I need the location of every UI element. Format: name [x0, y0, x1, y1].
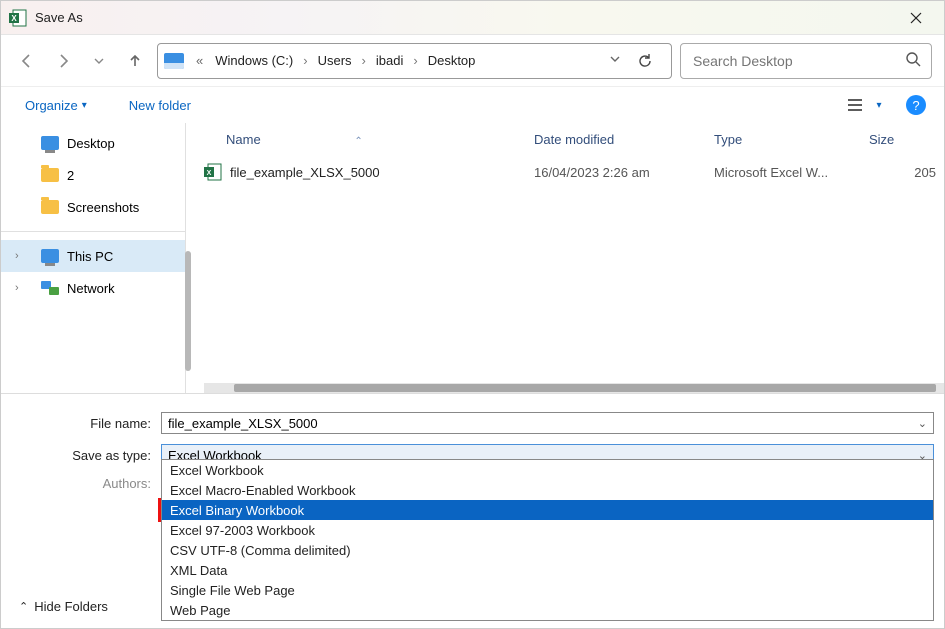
folder-icon: [41, 200, 59, 214]
scrollbar-thumb[interactable]: [234, 384, 936, 392]
search-box[interactable]: [680, 43, 932, 79]
folder-icon: [41, 168, 59, 182]
chevron-right-icon[interactable]: ›: [301, 53, 309, 68]
file-name: file_example_XLSX_5000: [230, 165, 380, 180]
window-title: Save As: [35, 10, 83, 25]
desktop-icon: [41, 136, 59, 150]
sidebar-item-label: 2: [67, 168, 74, 183]
saveas-type-option[interactable]: Excel Workbook: [162, 460, 933, 480]
breadcrumb-overflow-icon[interactable]: «: [192, 53, 207, 68]
pc-icon: [41, 249, 59, 263]
sidebar-item-this-pc[interactable]: › This PC: [1, 240, 185, 272]
horizontal-scrollbar[interactable]: [204, 383, 944, 393]
breadcrumb-drive[interactable]: Windows (C:): [211, 44, 297, 78]
new-folder-label: New folder: [129, 98, 191, 113]
save-form: File name: file_example_XLSX_5000 ⌄ Save…: [1, 393, 944, 499]
column-header-label: Date modified: [534, 132, 614, 147]
chevron-right-icon[interactable]: ›: [15, 282, 19, 294]
search-icon[interactable]: [905, 51, 921, 70]
main-area: Desktop 2 Screenshots › This PC › Networ…: [1, 123, 944, 393]
breadcrumb-users[interactable]: Users: [314, 44, 356, 78]
sidebar-item-screenshots[interactable]: Screenshots: [1, 191, 185, 223]
svg-text:X: X: [207, 170, 212, 177]
chevron-right-icon[interactable]: ›: [15, 250, 19, 262]
column-header-label: Name: [226, 132, 261, 147]
column-header-date[interactable]: Date modified: [534, 132, 714, 147]
sidebar-item-network[interactable]: › Network: [1, 272, 185, 304]
svg-text:X: X: [11, 14, 17, 23]
saveas-type-option[interactable]: Excel 97-2003 Workbook: [162, 520, 933, 540]
sidebar: Desktop 2 Screenshots › This PC › Networ…: [1, 123, 186, 393]
filename-label: File name:: [11, 416, 161, 431]
new-folder-button[interactable]: New folder: [123, 94, 197, 117]
filename-input[interactable]: file_example_XLSX_5000 ⌄: [161, 412, 934, 434]
forward-button[interactable]: [49, 47, 77, 75]
excel-icon: X: [9, 9, 27, 27]
saveas-type-option[interactable]: Excel Binary Workbook: [162, 500, 933, 520]
chevron-down-icon[interactable]: ⌄: [918, 417, 927, 430]
sort-indicator-icon: ⌃: [354, 136, 362, 147]
recent-locations-button[interactable]: [85, 47, 113, 75]
nav-bar: « Windows (C:) › Users › ibadi › Desktop: [1, 35, 944, 87]
address-bar[interactable]: « Windows (C:) › Users › ibadi › Desktop: [157, 43, 672, 79]
file-date: 16/04/2023 2:26 am: [534, 165, 714, 180]
saveas-type-option[interactable]: Excel Macro-Enabled Workbook: [162, 480, 933, 500]
organize-button[interactable]: Organize ▾: [19, 94, 93, 117]
sidebar-item-label: Network: [67, 281, 115, 296]
sidebar-item-desktop[interactable]: Desktop: [1, 127, 185, 159]
hide-folders-label: Hide Folders: [34, 599, 108, 614]
toolbar: Organize ▾ New folder ▾ ?: [1, 87, 944, 123]
title-bar: X Save As: [1, 1, 944, 35]
sidebar-item-label: Desktop: [67, 136, 115, 151]
saveas-type-option[interactable]: CSV UTF-8 (Comma delimited): [162, 540, 933, 560]
chevron-down-icon: ▾: [876, 100, 881, 111]
sidebar-item-label: Screenshots: [67, 200, 139, 215]
column-headers: Name ⌃ Date modified Type Size: [204, 123, 944, 157]
footer: ⌃ Hide Folders: [1, 584, 108, 628]
sidebar-item-label: This PC: [67, 249, 113, 264]
view-options-button[interactable]: [840, 91, 870, 119]
help-button[interactable]: ?: [906, 95, 926, 115]
filename-value: file_example_XLSX_5000: [168, 416, 318, 431]
breadcrumb-desktop[interactable]: Desktop: [424, 44, 480, 78]
chevron-down-icon: ▾: [82, 100, 87, 111]
file-type: Microsoft Excel W...: [714, 165, 869, 180]
close-button[interactable]: [896, 4, 936, 32]
authors-label: Authors:: [11, 476, 161, 491]
chevron-up-icon: ⌃: [19, 600, 28, 613]
saveas-type-option[interactable]: XML Data: [162, 560, 933, 580]
file-size: 205: [869, 165, 944, 180]
file-row[interactable]: X file_example_XLSX_5000 16/04/2023 2:26…: [204, 157, 944, 187]
column-header-label: Size: [869, 132, 894, 147]
hide-folders-button[interactable]: ⌃ Hide Folders: [19, 599, 108, 614]
up-button[interactable]: [121, 47, 149, 75]
view-options-dropdown[interactable]: ▾: [870, 91, 888, 119]
file-list-pane: Name ⌃ Date modified Type Size X: [186, 123, 944, 393]
column-header-name[interactable]: Name ⌃: [204, 132, 534, 147]
address-dropdown-button[interactable]: [609, 53, 621, 68]
column-header-label: Type: [714, 132, 742, 147]
search-input[interactable]: [691, 52, 905, 70]
saveas-label: Save as type:: [11, 448, 161, 463]
column-header-size[interactable]: Size: [869, 132, 944, 147]
network-icon: [41, 281, 59, 295]
chevron-right-icon[interactable]: ›: [360, 53, 368, 68]
refresh-button[interactable]: [625, 43, 665, 79]
chevron-right-icon[interactable]: ›: [411, 53, 419, 68]
xlsx-file-icon: X: [204, 163, 222, 181]
saveas-type-option[interactable]: Single File Web Page: [162, 580, 933, 600]
organize-label: Organize: [25, 98, 78, 113]
breadcrumb-ibadi[interactable]: ibadi: [372, 44, 407, 78]
drive-icon: [164, 53, 184, 69]
sidebar-item-2[interactable]: 2: [1, 159, 185, 191]
saveas-type-option[interactable]: Web Page: [162, 600, 933, 620]
back-button[interactable]: [13, 47, 41, 75]
column-header-type[interactable]: Type: [714, 132, 869, 147]
saveas-type-options: Excel WorkbookExcel Macro-Enabled Workbo…: [161, 459, 934, 621]
